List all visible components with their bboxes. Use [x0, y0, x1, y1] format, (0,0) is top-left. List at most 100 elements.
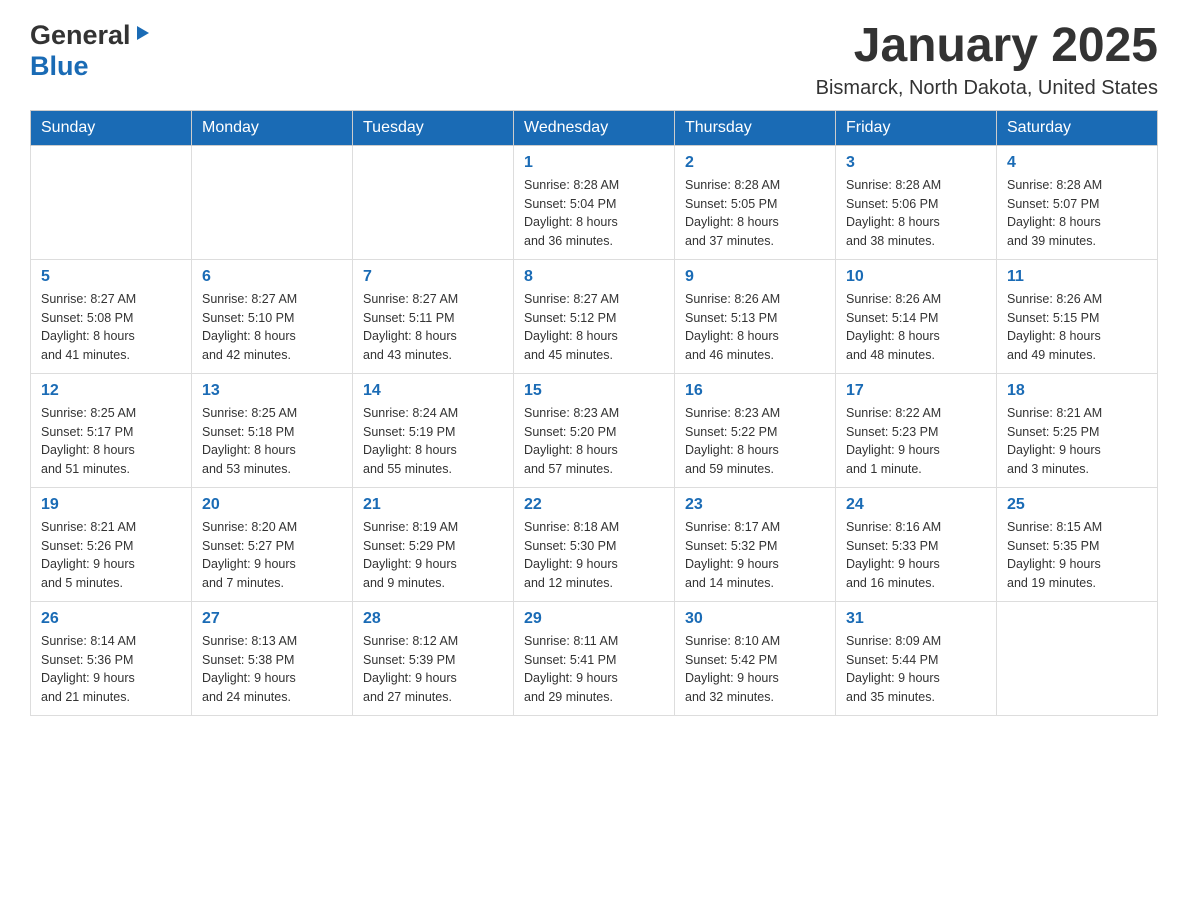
day-number: 2	[685, 154, 825, 172]
day-number: 9	[685, 268, 825, 286]
day-info: Sunrise: 8:19 AM Sunset: 5:29 PM Dayligh…	[363, 518, 503, 593]
day-info: Sunrise: 8:14 AM Sunset: 5:36 PM Dayligh…	[41, 632, 181, 707]
day-info: Sunrise: 8:12 AM Sunset: 5:39 PM Dayligh…	[363, 632, 503, 707]
day-number: 23	[685, 496, 825, 514]
calendar-cell: 12Sunrise: 8:25 AM Sunset: 5:17 PM Dayli…	[31, 373, 192, 487]
calendar-cell: 3Sunrise: 8:28 AM Sunset: 5:06 PM Daylig…	[836, 145, 997, 259]
calendar-cell: 14Sunrise: 8:24 AM Sunset: 5:19 PM Dayli…	[353, 373, 514, 487]
day-info: Sunrise: 8:15 AM Sunset: 5:35 PM Dayligh…	[1007, 518, 1147, 593]
day-number: 17	[846, 382, 986, 400]
day-number: 13	[202, 382, 342, 400]
calendar-cell: 18 Sunrise: 8:21 AM Sunset: 5:25 PM Dayli…	[997, 373, 1158, 487]
day-number: 20	[202, 496, 342, 514]
col-header-friday: Friday	[836, 110, 997, 145]
calendar-cell: 1 Sunrise: 8:28 AM Sunset: 5:04 PM Daylig…	[514, 145, 675, 259]
day-info: Sunrise: 8:28 AM Sunset: 5:07 PM Dayligh…	[1007, 176, 1147, 251]
calendar-header-row: SundayMondayTuesdayWednesdayThursdayFrid…	[31, 110, 1158, 145]
calendar-cell: 20Sunrise: 8:20 AM Sunset: 5:27 PM Dayli…	[192, 487, 353, 601]
calendar-cell: 23 Sunrise: 8:17 AM Sunset: 5:32 PM Dayli…	[675, 487, 836, 601]
col-header-saturday: Saturday	[997, 110, 1158, 145]
day-info: Sunrise: 8:26 AM Sunset: 5:14 PM Dayligh…	[846, 290, 986, 365]
day-info: Sunrise: 8:23 AM Sunset: 5:22 PM Dayligh…	[685, 404, 825, 479]
day-info: Sunrise: 8:21 AM Sunset: 5:26 PM Dayligh…	[41, 518, 181, 593]
day-number: 25	[1007, 496, 1147, 514]
day-number: 8	[524, 268, 664, 286]
calendar-cell: 19 Sunrise: 8:21 AM Sunset: 5:26 PM Dayli…	[31, 487, 192, 601]
calendar-cell: 22Sunrise: 8:18 AM Sunset: 5:30 PM Dayli…	[514, 487, 675, 601]
page-header: General Blue January 2025 Bismarck, Nort…	[30, 20, 1158, 100]
day-number: 29	[524, 610, 664, 628]
calendar-week-4: 19 Sunrise: 8:21 AM Sunset: 5:26 PM Dayli…	[31, 487, 1158, 601]
logo-blue-text: Blue	[30, 51, 89, 82]
day-number: 12	[41, 382, 181, 400]
calendar-cell: 28 Sunrise: 8:12 AM Sunset: 5:39 PM Dayli…	[353, 601, 514, 715]
location-subtitle: Bismarck, North Dakota, United States	[816, 77, 1158, 100]
calendar-cell: 13Sunrise: 8:25 AM Sunset: 5:18 PM Dayli…	[192, 373, 353, 487]
calendar-cell: 16 Sunrise: 8:23 AM Sunset: 5:22 PM Dayli…	[675, 373, 836, 487]
calendar-cell: 26 Sunrise: 8:14 AM Sunset: 5:36 PM Dayli…	[31, 601, 192, 715]
day-info: Sunrise: 8:27 AM Sunset: 5:11 PM Dayligh…	[363, 290, 503, 365]
day-number: 24	[846, 496, 986, 514]
calendar-cell: 4 Sunrise: 8:28 AM Sunset: 5:07 PM Daylig…	[997, 145, 1158, 259]
calendar-cell: 21 Sunrise: 8:19 AM Sunset: 5:29 PM Dayli…	[353, 487, 514, 601]
day-info: Sunrise: 8:26 AM Sunset: 5:15 PM Dayligh…	[1007, 290, 1147, 365]
day-number: 22	[524, 496, 664, 514]
calendar-table: SundayMondayTuesdayWednesdayThursdayFrid…	[30, 110, 1158, 716]
logo: General Blue	[30, 20, 151, 82]
day-info: Sunrise: 8:27 AM Sunset: 5:12 PM Dayligh…	[524, 290, 664, 365]
col-header-thursday: Thursday	[675, 110, 836, 145]
title-section: January 2025 Bismarck, North Dakota, Uni…	[816, 20, 1158, 100]
logo-general-text: General	[30, 20, 131, 51]
day-number: 18	[1007, 382, 1147, 400]
day-info: Sunrise: 8:10 AM Sunset: 5:42 PM Dayligh…	[685, 632, 825, 707]
day-number: 27	[202, 610, 342, 628]
day-number: 31	[846, 610, 986, 628]
calendar-cell: 30 Sunrise: 8:10 AM Sunset: 5:42 PM Dayli…	[675, 601, 836, 715]
day-info: Sunrise: 8:27 AM Sunset: 5:10 PM Dayligh…	[202, 290, 342, 365]
calendar-cell	[31, 145, 192, 259]
calendar-cell: 15 Sunrise: 8:23 AM Sunset: 5:20 PM Dayli…	[514, 373, 675, 487]
day-info: Sunrise: 8:16 AM Sunset: 5:33 PM Dayligh…	[846, 518, 986, 593]
day-number: 7	[363, 268, 503, 286]
day-number: 26	[41, 610, 181, 628]
col-header-sunday: Sunday	[31, 110, 192, 145]
calendar-cell: 6 Sunrise: 8:27 AM Sunset: 5:10 PM Daylig…	[192, 259, 353, 373]
calendar-week-5: 26 Sunrise: 8:14 AM Sunset: 5:36 PM Dayli…	[31, 601, 1158, 715]
day-info: Sunrise: 8:22 AM Sunset: 5:23 PM Dayligh…	[846, 404, 986, 479]
col-header-tuesday: Tuesday	[353, 110, 514, 145]
day-number: 21	[363, 496, 503, 514]
day-info: Sunrise: 8:11 AM Sunset: 5:41 PM Dayligh…	[524, 632, 664, 707]
calendar-cell: 9Sunrise: 8:26 AM Sunset: 5:13 PM Daylig…	[675, 259, 836, 373]
day-number: 14	[363, 382, 503, 400]
day-number: 16	[685, 382, 825, 400]
day-info: Sunrise: 8:21 AM Sunset: 5:25 PM Dayligh…	[1007, 404, 1147, 479]
day-info: Sunrise: 8:28 AM Sunset: 5:04 PM Dayligh…	[524, 176, 664, 251]
calendar-cell: 29 Sunrise: 8:11 AM Sunset: 5:41 PM Dayli…	[514, 601, 675, 715]
day-number: 10	[846, 268, 986, 286]
calendar-cell: 2Sunrise: 8:28 AM Sunset: 5:05 PM Daylig…	[675, 145, 836, 259]
calendar-cell	[997, 601, 1158, 715]
day-number: 15	[524, 382, 664, 400]
day-info: Sunrise: 8:27 AM Sunset: 5:08 PM Dayligh…	[41, 290, 181, 365]
calendar-cell: 8 Sunrise: 8:27 AM Sunset: 5:12 PM Daylig…	[514, 259, 675, 373]
calendar-cell: 25 Sunrise: 8:15 AM Sunset: 5:35 PM Dayli…	[997, 487, 1158, 601]
calendar-cell: 17 Sunrise: 8:22 AM Sunset: 5:23 PM Dayli…	[836, 373, 997, 487]
day-number: 19	[41, 496, 181, 514]
day-number: 1	[524, 154, 664, 172]
col-header-wednesday: Wednesday	[514, 110, 675, 145]
day-info: Sunrise: 8:09 AM Sunset: 5:44 PM Dayligh…	[846, 632, 986, 707]
logo-arrow-icon	[133, 24, 151, 47]
day-info: Sunrise: 8:23 AM Sunset: 5:20 PM Dayligh…	[524, 404, 664, 479]
calendar-week-3: 12Sunrise: 8:25 AM Sunset: 5:17 PM Dayli…	[31, 373, 1158, 487]
day-info: Sunrise: 8:17 AM Sunset: 5:32 PM Dayligh…	[685, 518, 825, 593]
day-number: 4	[1007, 154, 1147, 172]
day-number: 6	[202, 268, 342, 286]
calendar-cell	[192, 145, 353, 259]
calendar-cell	[353, 145, 514, 259]
calendar-cell: 24 Sunrise: 8:16 AM Sunset: 5:33 PM Dayli…	[836, 487, 997, 601]
calendar-cell: 7 Sunrise: 8:27 AM Sunset: 5:11 PM Daylig…	[353, 259, 514, 373]
col-header-monday: Monday	[192, 110, 353, 145]
calendar-week-2: 5Sunrise: 8:27 AM Sunset: 5:08 PM Daylig…	[31, 259, 1158, 373]
day-number: 28	[363, 610, 503, 628]
day-number: 30	[685, 610, 825, 628]
